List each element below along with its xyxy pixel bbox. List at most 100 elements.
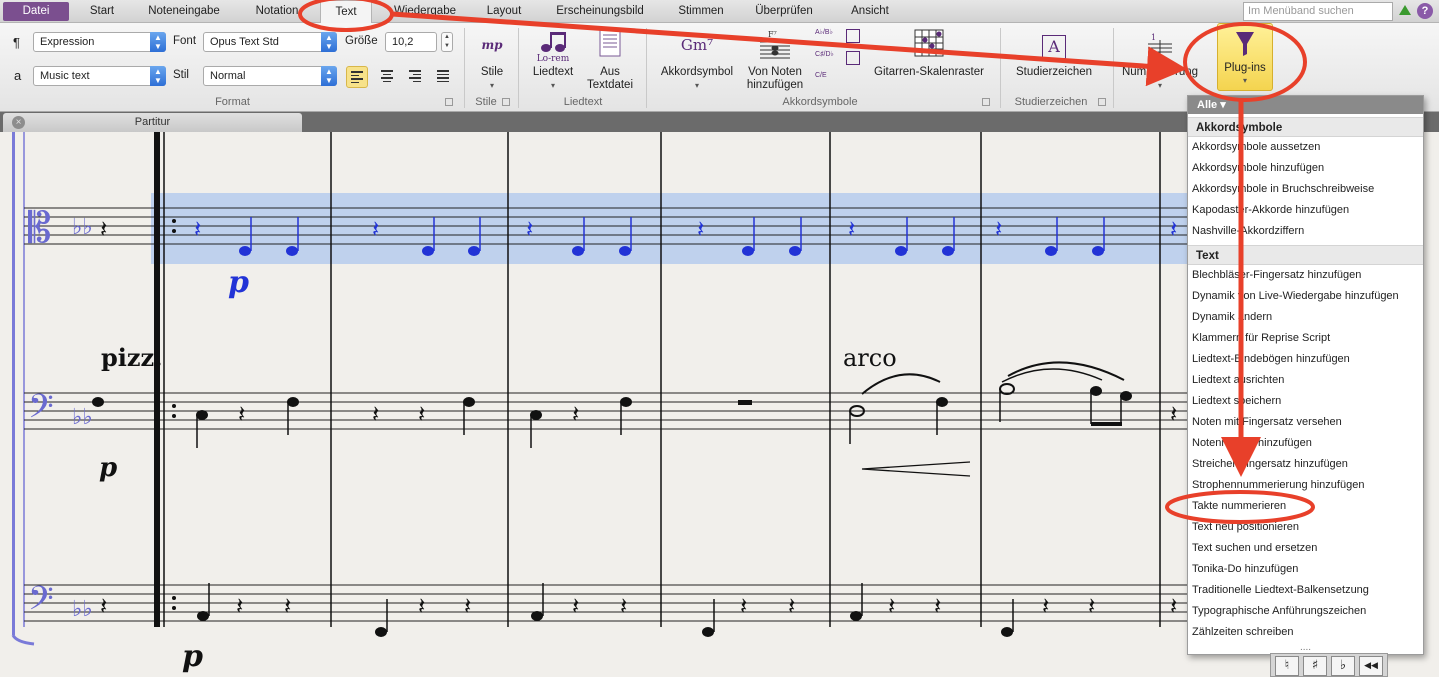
- menu-item[interactable]: Streicher-Fingersatz hinzufügen: [1188, 454, 1423, 475]
- menu-item[interactable]: Notennamen hinzufügen: [1188, 433, 1423, 454]
- cello-notes[interactable]: [92, 361, 1132, 477]
- tab-playback[interactable]: Wiedergabe: [385, 0, 465, 23]
- quarter-rest: 𝄽: [100, 215, 107, 243]
- justify-button[interactable]: [432, 66, 454, 88]
- menu-item[interactable]: Klammern für Reprise Script: [1188, 328, 1423, 349]
- menu-item[interactable]: Liedtext ausrichten: [1188, 370, 1423, 391]
- flat-key[interactable]: ♭: [1331, 656, 1355, 676]
- chord-symbol-button[interactable]: Gm⁷ Akkordsymbol ▾: [655, 28, 739, 92]
- lyrics-from-file-button[interactable]: Aus Textdatei: [585, 28, 635, 92]
- font-style-select[interactable]: Normal ▲ ▼: [203, 66, 337, 86]
- close-icon[interactable]: ×: [12, 116, 25, 129]
- svg-text:𝄽: 𝄽: [100, 592, 107, 620]
- score-tab[interactable]: × Partitur: [3, 113, 302, 132]
- tab-notation[interactable]: Notation: [246, 0, 308, 23]
- font-size-stepper[interactable]: ▲ ▼: [441, 32, 453, 52]
- menu-item[interactable]: Typographische Anführungszeichen: [1188, 601, 1423, 622]
- tab-parts[interactable]: Stimmen: [670, 0, 732, 23]
- font-select[interactable]: Opus Text Std ▲ ▼: [203, 32, 337, 52]
- chords-launcher-icon[interactable]: [982, 98, 990, 106]
- previous-layout-key[interactable]: ◀◀: [1359, 656, 1383, 676]
- tab-review[interactable]: Überprüfen: [750, 0, 818, 23]
- menu-item[interactable]: Blechbläser-Fingersatz hinzufügen: [1188, 265, 1423, 286]
- numbering-button[interactable]: 1 Nummerierung ▾: [1118, 28, 1202, 92]
- plugins-button[interactable]: Plug-ins ▾: [1217, 23, 1273, 91]
- dynamic-piano[interactable]: p: [182, 639, 203, 674]
- character-style-value: Music text: [40, 70, 90, 82]
- rehearsal-mark-button[interactable]: A Studierzeichen: [1010, 28, 1098, 79]
- numbering-icon: 1: [1118, 28, 1202, 62]
- styles-launcher-icon[interactable]: [502, 98, 510, 106]
- menu-item[interactable]: Akkordsymbole aussetzen: [1188, 137, 1423, 158]
- natural-key[interactable]: ♮: [1275, 656, 1299, 676]
- guitar-scale-grid-label: Gitarren-Skalenraster: [874, 66, 984, 78]
- align-center-button[interactable]: [376, 66, 398, 88]
- menu-item[interactable]: Liedtext speichern: [1188, 391, 1423, 412]
- text-style-select[interactable]: Expression ▲ ▼: [33, 32, 166, 52]
- tab-appearance[interactable]: Erscheinungsbild: [545, 0, 655, 23]
- menu-more-indicator[interactable]: ....: [1188, 643, 1423, 653]
- menu-item[interactable]: Text neu positionieren: [1188, 517, 1423, 538]
- dynamic-partial[interactable]: p: [99, 453, 117, 483]
- from-notes-label-1: Von Noten: [748, 66, 802, 78]
- tab-text[interactable]: Text: [320, 0, 372, 24]
- menu-item[interactable]: Traditionelle Liedtext-Balkensetzung: [1188, 580, 1423, 601]
- svg-text:𝄽: 𝄽: [572, 400, 579, 428]
- chords-from-notes-button[interactable]: F⁷ Von Noten hinzufügen: [742, 28, 808, 92]
- cello-rests: 𝄽 𝄽 𝄽 𝄽 𝄽: [238, 400, 1177, 428]
- help-icon[interactable]: ?: [1417, 3, 1433, 19]
- menu-item[interactable]: Nashville-Akkordziffern: [1188, 221, 1423, 242]
- guitar-scale-grid-icon: [868, 28, 990, 62]
- menu-item[interactable]: Akkordsymbole in Bruchschreibweise: [1188, 179, 1423, 200]
- format-launcher-icon[interactable]: [445, 98, 453, 106]
- tab-file[interactable]: Datei: [3, 2, 69, 21]
- menu-item[interactable]: Dynamik von Live-Wiedergabe hinzufügen: [1188, 286, 1423, 307]
- tab-note-input[interactable]: Noteneingabe: [140, 0, 228, 23]
- menu-item[interactable]: Takte nummerieren: [1188, 496, 1423, 517]
- align-right-button[interactable]: [404, 66, 426, 88]
- svg-text:𝄽: 𝄽: [236, 592, 243, 620]
- chord-grid-icon[interactable]: [846, 29, 860, 43]
- chevron-updown-icon: ▲ ▼: [150, 66, 166, 86]
- dynamic-piano-selected[interactable]: p: [228, 265, 249, 300]
- sharp-key[interactable]: ♯: [1303, 656, 1327, 676]
- font-size-input[interactable]: 10,2: [385, 32, 437, 52]
- menu-item[interactable]: Noten mit Fingersatz versehen: [1188, 412, 1423, 433]
- pizz-marking[interactable]: pizz.: [101, 343, 163, 372]
- chord-small-button-2[interactable]: C♯/D♭: [815, 50, 834, 58]
- tab-home[interactable]: Start: [78, 0, 126, 23]
- chord-small-button-3[interactable]: C/E: [815, 72, 827, 79]
- minimize-ribbon-icon[interactable]: [1399, 5, 1411, 15]
- rehearsal-launcher-icon[interactable]: [1098, 98, 1106, 106]
- chord-diagram-icon[interactable]: [846, 51, 860, 65]
- from-notes-label-2: hinzufügen: [746, 79, 804, 91]
- selection-highlight[interactable]: [151, 193, 1191, 264]
- align-left-icon: [351, 71, 363, 83]
- character-style-select[interactable]: Music text ▲ ▼: [33, 66, 166, 86]
- align-left-button[interactable]: [346, 66, 368, 88]
- menu-filter-dropdown[interactable]: Alle ▾: [1188, 96, 1423, 114]
- font-label: Font: [173, 35, 197, 47]
- menu-item[interactable]: Kapodaster-Akkorde hinzufügen: [1188, 200, 1423, 221]
- arco-marking[interactable]: arco: [843, 344, 897, 372]
- menu-item[interactable]: Akkordsymbole hinzufügen: [1188, 158, 1423, 179]
- menu-item[interactable]: Liedtext-Bindebögen hinzufügen: [1188, 349, 1423, 370]
- menu-item[interactable]: Text suchen und ersetzen: [1188, 538, 1423, 559]
- menu-item[interactable]: Dynamik ändern: [1188, 307, 1423, 328]
- quarter-rest: 𝄽: [526, 215, 533, 243]
- plugin-funnel-icon: [1218, 24, 1272, 62]
- chord-small-button-1[interactable]: A♭/B♭: [815, 28, 833, 36]
- tab-view[interactable]: Ansicht: [842, 0, 898, 23]
- key-signature-flats: ♭♭: [72, 215, 93, 240]
- svg-text:𝄽: 𝄽: [740, 592, 747, 620]
- menu-item[interactable]: Zählzeiten schreiben: [1188, 622, 1423, 643]
- guitar-scale-grid-button[interactable]: Gitarren-Skalenraster: [868, 28, 990, 79]
- ribbon-search-input[interactable]: Im Menüband suchen: [1243, 2, 1393, 21]
- lyrics-button[interactable]: Lo-rem Liedtext ▾: [527, 28, 579, 92]
- styles-button[interactable]: mp Stile ▾: [472, 28, 512, 92]
- menu-item[interactable]: Strophennummerierung hinzufügen: [1188, 475, 1423, 496]
- svg-text:𝄽: 𝄽: [418, 592, 425, 620]
- menu-item[interactable]: Tonika-Do hinzufügen: [1188, 559, 1423, 580]
- plugins-dropdown-menu[interactable]: Alle ▾ Akkordsymbole Akkordsymbole ausset…: [1187, 95, 1424, 655]
- tab-layout[interactable]: Layout: [478, 0, 530, 23]
